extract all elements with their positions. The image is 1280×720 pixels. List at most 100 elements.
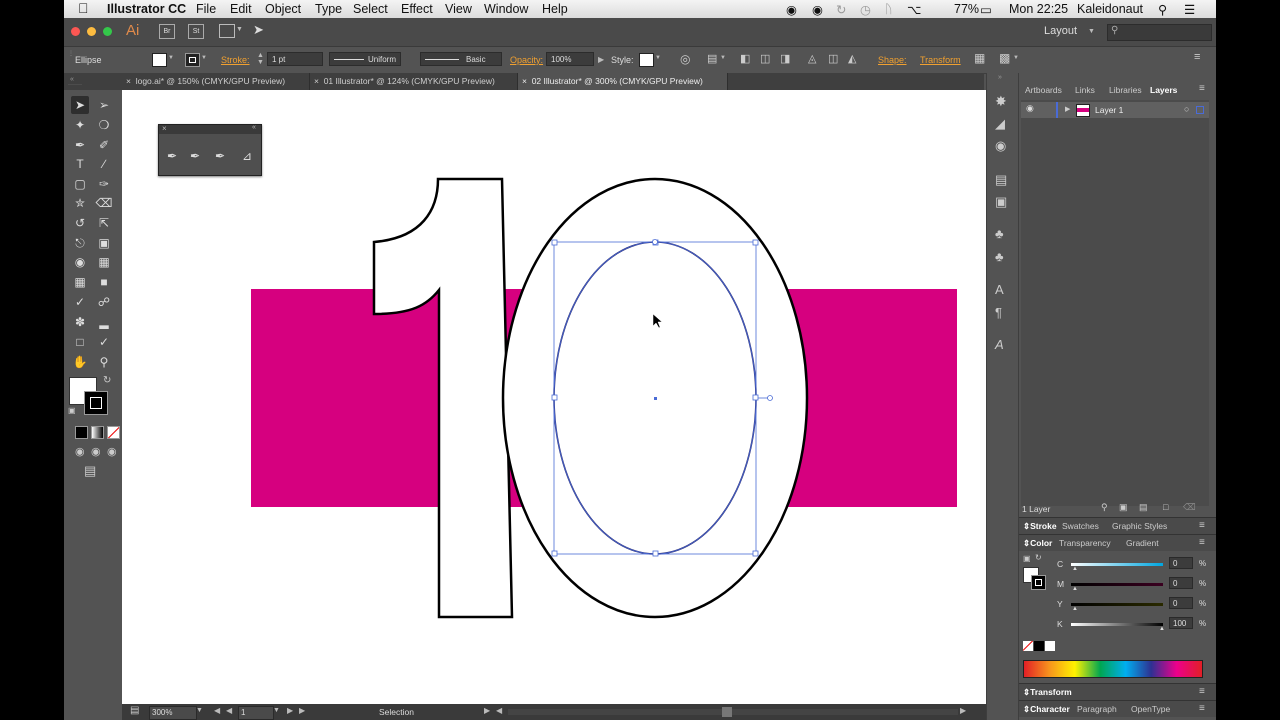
workspace-switcher[interactable]: Layout: [1044, 25, 1077, 37]
white-swatch[interactable]: [1045, 641, 1055, 651]
close-tab-icon[interactable]: ×: [126, 76, 131, 86]
chevron-down-icon[interactable]: ▼: [201, 55, 207, 61]
tab-color[interactable]: ⇕Color: [1023, 538, 1052, 549]
app-menu[interactable]: Illustrator CC: [107, 2, 186, 16]
draw-normal-icon[interactable]: ◉: [75, 445, 85, 458]
opacity-input[interactable]: 100%: [546, 52, 594, 66]
panel-menu-icon[interactable]: ≡: [1199, 703, 1205, 714]
zoom-window-button[interactable]: [103, 27, 112, 36]
blend-tool-icon[interactable]: ☍: [95, 293, 113, 311]
curvature-tool-icon[interactable]: ✐: [95, 136, 113, 154]
expand-layer-icon[interactable]: ▶: [1065, 105, 1070, 113]
channel-m-slider[interactable]: [1071, 583, 1163, 586]
pen-tool-icon[interactable]: ✒: [71, 136, 89, 154]
artboard-tool-icon[interactable]: □: [71, 333, 89, 351]
tab-gradient[interactable]: Gradient: [1126, 538, 1159, 548]
menu-edit[interactable]: Edit: [230, 2, 252, 16]
screen-mode-icon[interactable]: ▤: [84, 463, 96, 479]
perspective-grid-tool-icon[interactable]: ▦: [95, 253, 113, 271]
gradient-tool-icon[interactable]: ■: [95, 273, 113, 291]
delete-layer-icon[interactable]: ⌫: [1183, 502, 1196, 513]
bluetooth-icon[interactable]: ᚢ: [885, 2, 893, 16]
handle-left[interactable]: [551, 394, 558, 401]
sync-icon[interactable]: ↻: [836, 2, 846, 17]
menu-view[interactable]: View: [445, 2, 472, 16]
stroke-swatch[interactable]: [185, 53, 200, 67]
handle-top-left[interactable]: [551, 239, 558, 246]
stroke-color-swatch[interactable]: [1031, 575, 1046, 590]
status-menu-icon[interactable]: ▶: [484, 706, 490, 715]
notification-center-icon[interactable]: ☰: [1184, 2, 1195, 17]
menu-window[interactable]: Window: [484, 2, 528, 16]
transform-link[interactable]: Transform: [920, 55, 961, 65]
pen-tool-icon[interactable]: ✒: [167, 149, 177, 163]
tab-graphic-styles[interactable]: Graphic Styles: [1112, 521, 1167, 531]
pie-widget[interactable]: [767, 395, 773, 401]
bridge-button[interactable]: Br: [159, 24, 175, 39]
align-panel-icon[interactable]: ▤: [995, 172, 1007, 188]
panel-menu-icon[interactable]: ≡: [1194, 51, 1200, 63]
zoom-tool-icon[interactable]: ⚲: [95, 353, 113, 371]
creative-cloud-icon[interactable]: ◉: [786, 2, 797, 17]
share-icon[interactable]: ▤: [130, 705, 139, 716]
minimize-window-button[interactable]: [87, 27, 96, 36]
shape-label[interactable]: Shape:: [878, 55, 907, 65]
channel-k-input[interactable]: 100: [1169, 617, 1193, 629]
style-swatch[interactable]: [639, 53, 654, 67]
chevron-down-icon[interactable]: ▼: [196, 707, 203, 714]
none-swatch[interactable]: [1023, 641, 1033, 651]
menu-file[interactable]: File: [196, 2, 216, 16]
gpu-performance-icon[interactable]: ➤: [253, 22, 264, 38]
color-spectrum-bar[interactable]: [1023, 660, 1203, 678]
add-anchor-point-icon[interactable]: ✒: [190, 149, 200, 163]
tab-transparency[interactable]: Transparency: [1059, 538, 1111, 548]
menu-effect[interactable]: Effect: [401, 2, 433, 16]
handle-bottom[interactable]: [652, 550, 659, 557]
symbol-sprayer-tool-icon[interactable]: ✽: [71, 313, 89, 331]
width-tool-icon[interactable]: ⎋: [71, 234, 89, 252]
tab-paragraph[interactable]: Paragraph: [1077, 704, 1117, 714]
timemachine-icon[interactable]: ◷: [860, 2, 871, 17]
chevron-down-icon[interactable]: ▼: [273, 707, 280, 714]
default-fill-stroke-icon[interactable]: ▣: [68, 406, 76, 415]
anchor-point-tool-icon[interactable]: ⊿: [242, 149, 252, 163]
chevron-down-icon[interactable]: ▼: [168, 55, 174, 61]
default-colors-icon[interactable]: ▣: [1023, 554, 1031, 563]
slider-handle-icon[interactable]: ▲: [1159, 626, 1165, 632]
close-window-button[interactable]: [71, 27, 80, 36]
swap-colors-icon[interactable]: ↻: [1035, 553, 1042, 562]
gradient-mode-icon[interactable]: [91, 426, 104, 439]
visibility-eye-icon[interactable]: ◉: [1026, 103, 1034, 114]
handle-right[interactable]: [752, 394, 759, 401]
color-mode-icon[interactable]: [75, 426, 88, 439]
last-artboard-icon[interactable]: ▶: [299, 706, 305, 715]
color-guide-icon[interactable]: ✸: [995, 93, 1007, 110]
tab-transform[interactable]: ⇕Transform: [1023, 687, 1072, 698]
tab-character[interactable]: ⇕Character: [1023, 704, 1070, 715]
target-icon[interactable]: ○: [1184, 104, 1189, 114]
artboard-number-input[interactable]: 1: [238, 706, 274, 720]
make-clipping-mask-icon[interactable]: ▣: [1119, 502, 1128, 513]
variable-width-profile[interactable]: Uniform: [329, 52, 401, 66]
apple-icon[interactable]: : [78, 0, 89, 16]
new-layer-icon[interactable]: □: [1163, 502, 1168, 512]
hand-tool-icon[interactable]: ✋: [71, 353, 89, 371]
eraser-tool-icon[interactable]: ⌫: [95, 194, 113, 212]
shaper-tool-icon[interactable]: ✮: [71, 194, 89, 212]
corner-widget[interactable]: [652, 239, 658, 245]
channel-k-slider[interactable]: [1071, 623, 1163, 626]
panel-titlebar[interactable]: × «: [159, 124, 261, 134]
horizontal-scrollbar[interactable]: [508, 707, 958, 717]
slider-handle-icon[interactable]: ▲: [1072, 586, 1078, 592]
symbols-panel-icon[interactable]: ♣: [995, 226, 1004, 241]
slider-handle-icon[interactable]: ▲: [1072, 606, 1078, 612]
previous-artboard-icon[interactable]: ◀: [226, 706, 232, 715]
align-bottom-icon[interactable]: ◭: [848, 52, 856, 65]
scrollbar-thumb[interactable]: [722, 707, 732, 717]
spotlight-icon[interactable]: ⚲: [1158, 2, 1167, 17]
zoom-level-input[interactable]: 300%: [149, 706, 197, 720]
scroll-right-icon[interactable]: ▶: [960, 706, 966, 715]
recolor-artwork-icon[interactable]: ◎: [680, 52, 690, 66]
line-segment-tool-icon[interactable]: ∕: [95, 155, 113, 173]
artboard[interactable]: × « ✒ ✒ ✒ ⊿: [122, 90, 1035, 704]
